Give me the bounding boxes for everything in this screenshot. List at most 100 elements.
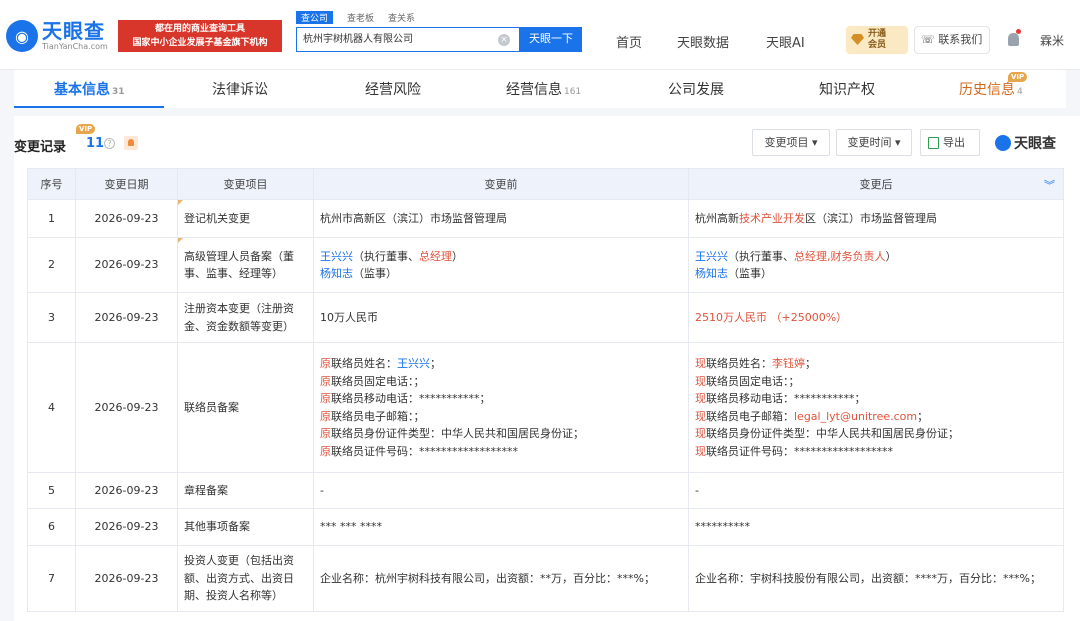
person-link[interactable]: 王兴兴 <box>320 250 353 263</box>
section-count: 11 <box>86 136 105 151</box>
tab-count: 31 <box>112 87 125 97</box>
clear-icon[interactable]: × <box>498 34 510 46</box>
text: 联络员电子邮箱：； <box>331 409 425 423</box>
person-link[interactable]: 王兴兴 <box>695 250 728 263</box>
eye-logo-icon: ◉ <box>6 20 38 52</box>
export-button[interactable]: 导出 <box>920 129 980 156</box>
cell-after: 2510万人民币 （+25000%） <box>688 292 1064 343</box>
text: （执行董事、 <box>728 249 794 263</box>
tab-development[interactable]: 公司发展 <box>668 79 724 99</box>
table-row: 3 2026-09-23 注册资本变更（注册资金、资金数额等变更） 10万人民币… <box>27 292 1064 343</box>
search-tab-boss[interactable]: 查老板 <box>347 11 374 24</box>
user-name[interactable]: 霖米 <box>1040 32 1064 49</box>
text: 区（滨江）市场监督管理局 <box>805 211 937 225</box>
vip-line2: 会员 <box>868 40 887 50</box>
cell-date: 2026-09-23 <box>75 545 178 612</box>
text: 现 <box>695 357 706 370</box>
text: 原 <box>320 392 331 405</box>
tab-label: 历史信息 <box>959 82 1015 98</box>
brand-watermark: 天眼查 <box>995 133 1056 153</box>
alert-icon[interactable] <box>124 136 138 150</box>
promo-banner[interactable]: 都在用的商业查询工具 国家中小企业发展子基金旗下机构 <box>118 20 282 52</box>
bell-icon[interactable] <box>1008 33 1019 46</box>
cell-after: 杭州高新技术产业开发区（滨江）市场监督管理局 <box>688 199 1064 238</box>
tab-count: 161 <box>564 87 582 97</box>
cell-before: 企业名称：杭州宇树科技有限公司，出资额：**万，百分比：***%； <box>313 545 689 612</box>
table-row: 4 2026-09-23 联络员备案 原联络员姓名：王兴兴； 原联络员固定电话：… <box>27 342 1064 473</box>
tab-label: 基本信息 <box>54 82 110 98</box>
vip-button[interactable]: 开通 会员 <box>846 26 908 54</box>
text: 杭州高新 <box>695 211 739 225</box>
person-link[interactable]: 杨知志 <box>320 267 353 280</box>
nav-home[interactable]: 首页 <box>616 32 642 51</box>
cell-date: 2026-09-23 <box>75 292 178 343</box>
cell-item: 其他事项备案 <box>177 508 314 546</box>
text: ； <box>805 357 816 370</box>
tab-ip[interactable]: 知识产权 <box>819 79 875 99</box>
logo[interactable]: ◉ 天眼查 TianYanCha.com <box>6 18 108 54</box>
cell-after: ********** <box>688 508 1064 546</box>
promo-line1: 都在用的商业查询工具 <box>154 24 245 34</box>
tab-operation[interactable]: 经营信息 161 <box>506 79 581 99</box>
cell-item: 注册资本变更（注册资金、资金数额等变更） <box>177 292 314 343</box>
search-input[interactable]: 杭州宇树机器人有限公司 <box>296 27 520 52</box>
tab-basic-info[interactable]: 基本信息 31 <box>54 79 125 99</box>
search-tab-relation[interactable]: 查关系 <box>388 11 415 24</box>
cell-before: - <box>313 472 689 509</box>
filter-item-button[interactable]: 变更项目 ▾ <box>752 129 830 156</box>
contact-button[interactable]: ☏ 联系我们 <box>914 26 990 54</box>
cell-before: 原联络员姓名：王兴兴； 原联络员固定电话：； 原联络员移动电话：********… <box>313 342 689 473</box>
text: 联络员证件号码：****************** <box>706 444 893 458</box>
table-row: 6 2026-09-23 其他事项备案 *** *** **** *******… <box>27 508 1064 546</box>
text: 现 <box>695 374 706 388</box>
export-label: 导出 <box>943 136 965 149</box>
tab-label: 经营信息 <box>506 82 562 98</box>
help-icon[interactable]: ? <box>104 138 115 149</box>
cell-date: 2026-09-23 <box>75 342 178 473</box>
col-after: 变更后 ︾ <box>688 168 1064 200</box>
table-row: 5 2026-09-23 章程备案 - - <box>27 472 1064 509</box>
text: （监事） <box>728 267 772 280</box>
nav-data[interactable]: 天眼数据 <box>677 32 729 51</box>
text: 原 <box>320 357 331 370</box>
search-tab-company[interactable]: 查公司 <box>296 11 334 24</box>
text: ； <box>917 409 929 423</box>
text: 现 <box>695 409 706 423</box>
table-row: 7 2026-09-23 投资人变更（包括出资额、出资方式、出资日期、投资人名称… <box>27 545 1064 612</box>
text: 原 <box>320 427 331 440</box>
excel-icon <box>928 137 939 149</box>
cell-no: 7 <box>27 545 76 612</box>
tab-history[interactable]: 历史信息 4 <box>959 79 1023 99</box>
text: 现 <box>695 444 706 458</box>
nav-ai[interactable]: 天眼AI <box>766 32 805 51</box>
person-link[interactable]: 杨知志 <box>695 267 728 280</box>
chevron-double-down-icon[interactable]: ︾ <box>1044 177 1055 193</box>
cell-no: 5 <box>27 472 76 509</box>
cell-no: 6 <box>27 508 76 546</box>
cell-after: 王兴兴（执行董事、总经理,财务负责人） 杨知志（监事） <box>688 237 1064 293</box>
text: 现 <box>695 427 706 440</box>
filter-time-button[interactable]: 变更时间 ▾ <box>836 129 912 156</box>
tab-count: 4 <box>1017 87 1023 97</box>
diff-highlight: 技术产业开发 <box>739 211 805 225</box>
cell-before: 王兴兴（执行董事、总经理） 杨知志（监事） <box>313 237 689 293</box>
contact-label: 联系我们 <box>938 33 983 46</box>
cell-date: 2026-09-23 <box>75 508 178 546</box>
tab-risk[interactable]: 经营风险 <box>365 79 421 99</box>
cell-date: 2026-09-23 <box>75 472 178 509</box>
person-link[interactable]: 王兴兴 <box>397 357 430 370</box>
text: 联络员固定电话：； <box>331 374 425 388</box>
text: 联络员姓名： <box>706 357 772 370</box>
diamond-icon <box>851 34 864 45</box>
cell-date: 2026-09-23 <box>75 237 178 293</box>
tab-legal[interactable]: 法律诉讼 <box>212 79 268 99</box>
cell-no: 3 <box>27 292 76 343</box>
text: 联络员身份证件类型：中华人民共和国居民身份证； <box>706 427 959 440</box>
search-button[interactable]: 天眼一下 <box>520 27 582 52</box>
cell-item: 投资人变更（包括出资额、出资方式、出资日期、投资人名称等） <box>177 545 314 612</box>
cell-before: 10万人民币 <box>313 292 689 343</box>
text: 联络员固定电话：； <box>706 374 800 388</box>
filter-item-label: 变更项目 <box>764 136 809 149</box>
diff-highlight: 总经理,财务负责人 <box>794 249 886 263</box>
active-tab-underline <box>14 106 164 108</box>
